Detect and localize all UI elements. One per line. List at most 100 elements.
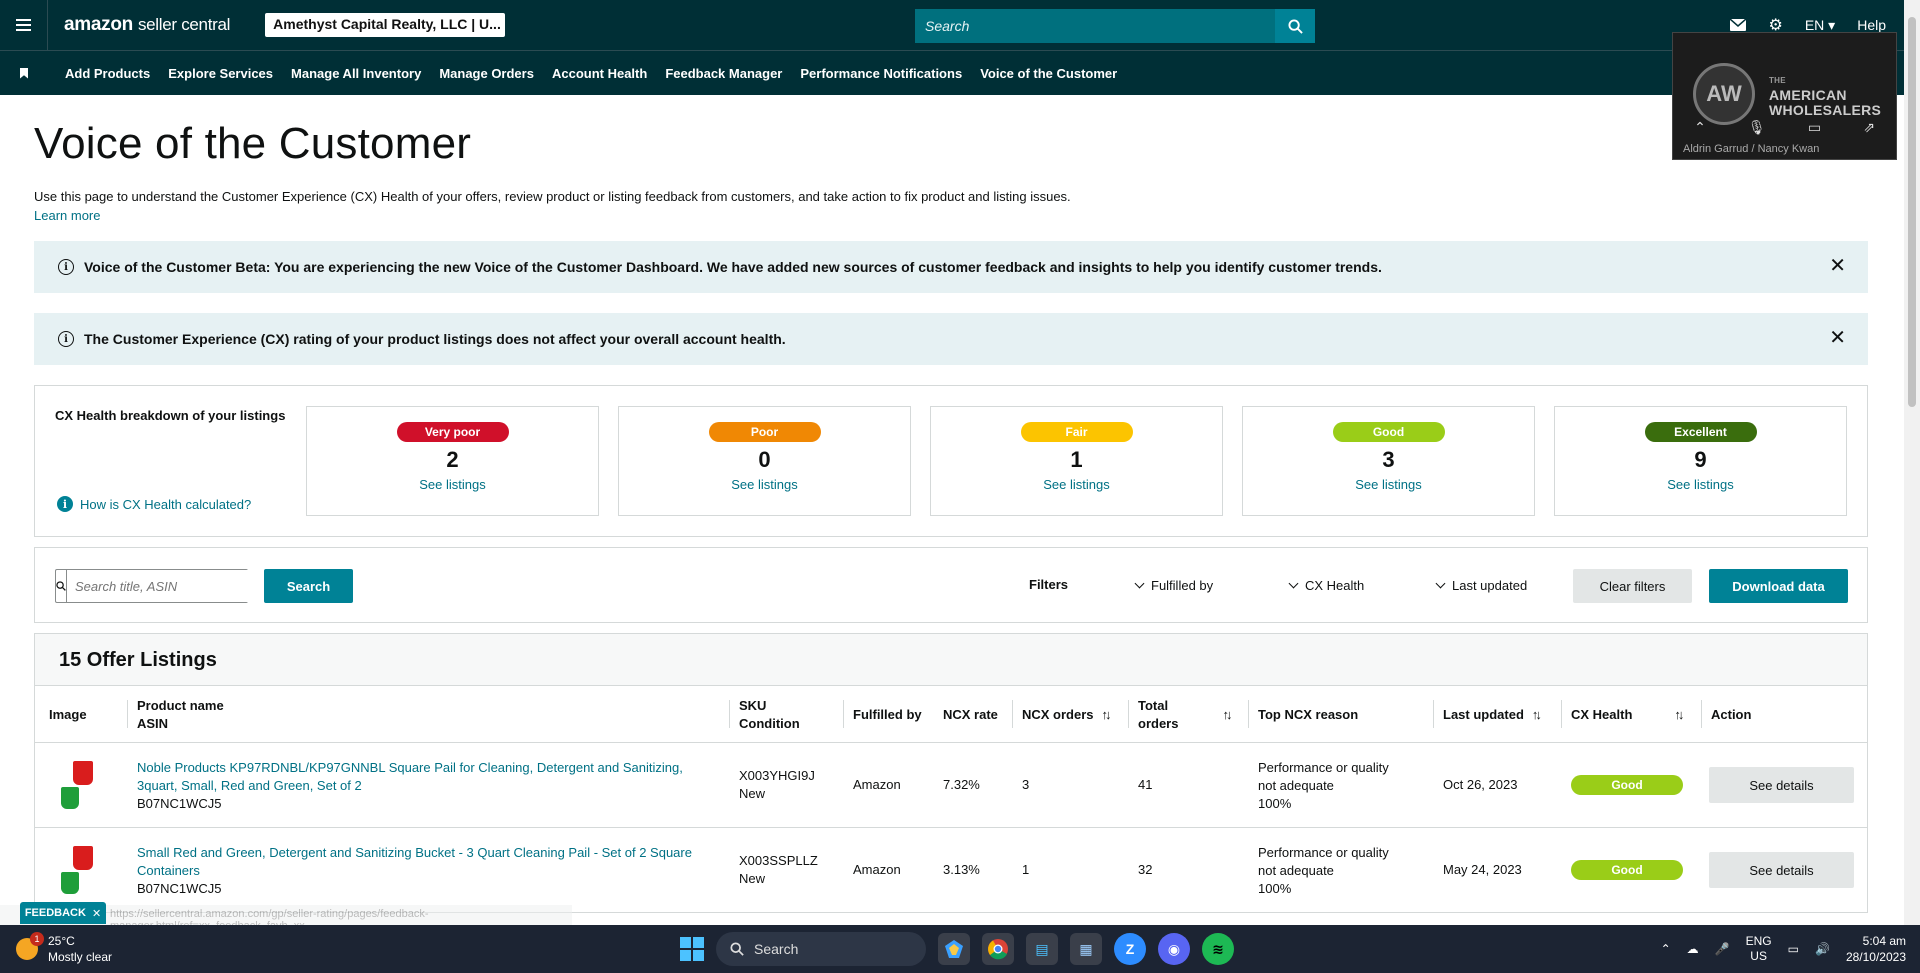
product-name-link[interactable]: Small Red and Green, Detergent and Sanit…: [137, 845, 692, 878]
download-data-button[interactable]: Download data: [1709, 569, 1848, 603]
chevron-down-icon: [1435, 578, 1446, 589]
see-details-button[interactable]: See details: [1709, 767, 1854, 803]
condition-text: New: [739, 871, 766, 886]
nav-manage-orders[interactable]: Manage Orders: [439, 66, 534, 81]
col-ncx-orders[interactable]: NCX orders ↑↓: [1012, 686, 1112, 743]
see-listings-link[interactable]: See listings: [1355, 477, 1421, 492]
mic-icon[interactable]: 🎤: [1715, 942, 1730, 956]
product-cell: Small Red and Green, Detergent and Sanit…: [137, 844, 707, 898]
see-details-button[interactable]: See details: [1709, 852, 1854, 888]
see-listings-link[interactable]: See listings: [419, 477, 485, 492]
page-scrollbar[interactable]: [1904, 0, 1920, 925]
product-name-link[interactable]: Noble Products KP97RDNBL/KP97GNNBL Squar…: [137, 760, 683, 793]
zoom-icon[interactable]: Z: [1114, 933, 1146, 965]
page-title: Voice of the Customer: [34, 119, 472, 168]
reason-line2: not adequate: [1258, 863, 1334, 878]
product-image[interactable]: [59, 846, 95, 898]
lang-line2: US: [1750, 949, 1767, 963]
nav-voice-of-customer[interactable]: Voice of the Customer: [980, 66, 1117, 81]
spotify-icon[interactable]: ≋: [1202, 933, 1234, 965]
nav-feedback-manager[interactable]: Feedback Manager: [665, 66, 782, 81]
weather-temp: 25°C: [48, 934, 75, 948]
nav-manage-inventory[interactable]: Manage All Inventory: [291, 66, 421, 81]
help-link[interactable]: Help: [1857, 17, 1886, 33]
sort-icon[interactable]: ↑↓: [1532, 706, 1542, 724]
logo-sc-text: seller central: [137, 15, 231, 34]
top-bar: amazon seller central Amethyst Capital R…: [0, 0, 1920, 50]
feedback-tab[interactable]: FEEDBACK ✕: [20, 902, 106, 924]
header-condition: Condition: [739, 715, 800, 731]
taskbar-search[interactable]: Search: [716, 932, 926, 966]
see-listings-link[interactable]: See listings: [1667, 477, 1733, 492]
learn-more-link[interactable]: Learn more: [34, 208, 1870, 223]
fulfilled-cell: Amazon: [853, 777, 901, 792]
calculator-icon[interactable]: ▦: [1070, 933, 1102, 965]
volume-icon[interactable]: 🔊: [1815, 942, 1830, 956]
scrollbar-thumb[interactable]: [1908, 17, 1916, 407]
sort-icon[interactable]: ↑↓: [1674, 706, 1684, 724]
cx-help-text: How is CX Health calculated?: [80, 496, 252, 512]
seller-central-logo[interactable]: amazon seller central: [64, 14, 230, 36]
asin-text: B07NC1WCJ5: [137, 881, 222, 896]
language-selector[interactable]: EN ▾: [1805, 17, 1835, 34]
product-image[interactable]: [59, 761, 95, 813]
close-icon[interactable]: ✕: [1829, 256, 1846, 276]
onedrive-icon[interactable]: ☁: [1687, 942, 1699, 956]
col-total-orders[interactable]: Total orders ↑↓: [1127, 686, 1232, 743]
close-icon[interactable]: ✕: [1829, 328, 1846, 348]
lang-line1: ENG: [1745, 934, 1772, 948]
language-indicator[interactable]: ENG US: [1746, 934, 1772, 964]
listing-search-input[interactable]: [67, 570, 253, 602]
reason-line1: Performance or quality: [1258, 760, 1389, 775]
ncx-rate-cell: 3.13%: [943, 862, 980, 877]
weather-widget[interactable]: 1 25°C Mostly clear: [16, 932, 113, 965]
filter-bar: Search Filters Fulfilled by CX Health La…: [34, 547, 1868, 623]
clear-filters-button[interactable]: Clear filters: [1573, 569, 1692, 603]
cx-card-excellent: Excellent 9 See listings: [1554, 406, 1847, 516]
see-listings-link[interactable]: See listings: [1043, 477, 1109, 492]
close-icon[interactable]: ✕: [92, 907, 101, 920]
chrome-icon[interactable]: [982, 933, 1014, 965]
discord-icon[interactable]: ◉: [1158, 933, 1190, 965]
reason-line2: not adequate: [1258, 778, 1334, 793]
ncx-rate-cell: 7.32%: [943, 777, 980, 792]
table-row: Noble Products KP97RDNBL/KP97GNNBL Squar…: [35, 743, 1867, 828]
header-ncx-orders: NCX orders: [1022, 706, 1094, 722]
clock[interactable]: 5:04 am 28/10/2023: [1846, 933, 1906, 965]
see-listings-link[interactable]: See listings: [731, 477, 797, 492]
sort-icon[interactable]: ↑↓: [1102, 706, 1112, 724]
sku-cell: X003YHGI9J New: [739, 767, 815, 803]
col-fulfilled-by: Fulfilled by: [843, 686, 922, 743]
fulfilled-by-dropdown[interactable]: Fulfilled by: [1134, 578, 1214, 593]
nav-explore-services[interactable]: Explore Services: [168, 66, 273, 81]
sku-text: X003YHGI9J: [739, 768, 815, 783]
search-button[interactable]: [1275, 9, 1315, 43]
weather-desc: Mostly clear: [48, 950, 113, 964]
notepad-icon[interactable]: ▤: [1026, 933, 1058, 965]
ncx-orders-cell: 3: [1022, 777, 1030, 792]
chevron-up-icon[interactable]: ⌃: [1661, 942, 1671, 956]
menu-icon[interactable]: [0, 0, 48, 50]
sku-cell: X003SSPLLZ New: [739, 852, 818, 888]
listing-search: [55, 569, 253, 603]
account-switcher[interactable]: Amethyst Capital Realty, LLC | U...: [265, 13, 506, 37]
copilot-icon[interactable]: [938, 933, 970, 965]
mail-icon[interactable]: [1730, 19, 1747, 31]
sku-text: X003SSPLLZ: [739, 853, 818, 868]
cx-health-help-link[interactable]: i How is CX Health calculated?: [57, 496, 251, 512]
nav-account-health[interactable]: Account Health: [552, 66, 647, 81]
dropdown-label: Fulfilled by: [1151, 578, 1214, 593]
last-updated-dropdown[interactable]: Last updated: [1435, 578, 1527, 593]
cx-health-dropdown[interactable]: CX Health: [1288, 578, 1364, 593]
col-cx-health[interactable]: CX Health ↑↓: [1560, 686, 1684, 743]
cx-health-title: CX Health breakdown of your listings: [55, 408, 286, 423]
col-last-updated[interactable]: Last updated ↑↓: [1433, 686, 1542, 743]
listing-search-button[interactable]: Search: [264, 569, 353, 603]
network-icon[interactable]: ▭: [1788, 942, 1799, 956]
windows-start-icon[interactable]: [680, 937, 704, 961]
bookmark-icon[interactable]: [0, 67, 48, 79]
nav-performance-notifications[interactable]: Performance Notifications: [800, 66, 962, 81]
global-search-input[interactable]: [915, 9, 1275, 43]
nav-add-products[interactable]: Add Products: [65, 66, 150, 81]
sort-icon[interactable]: ↑↓: [1222, 706, 1232, 724]
